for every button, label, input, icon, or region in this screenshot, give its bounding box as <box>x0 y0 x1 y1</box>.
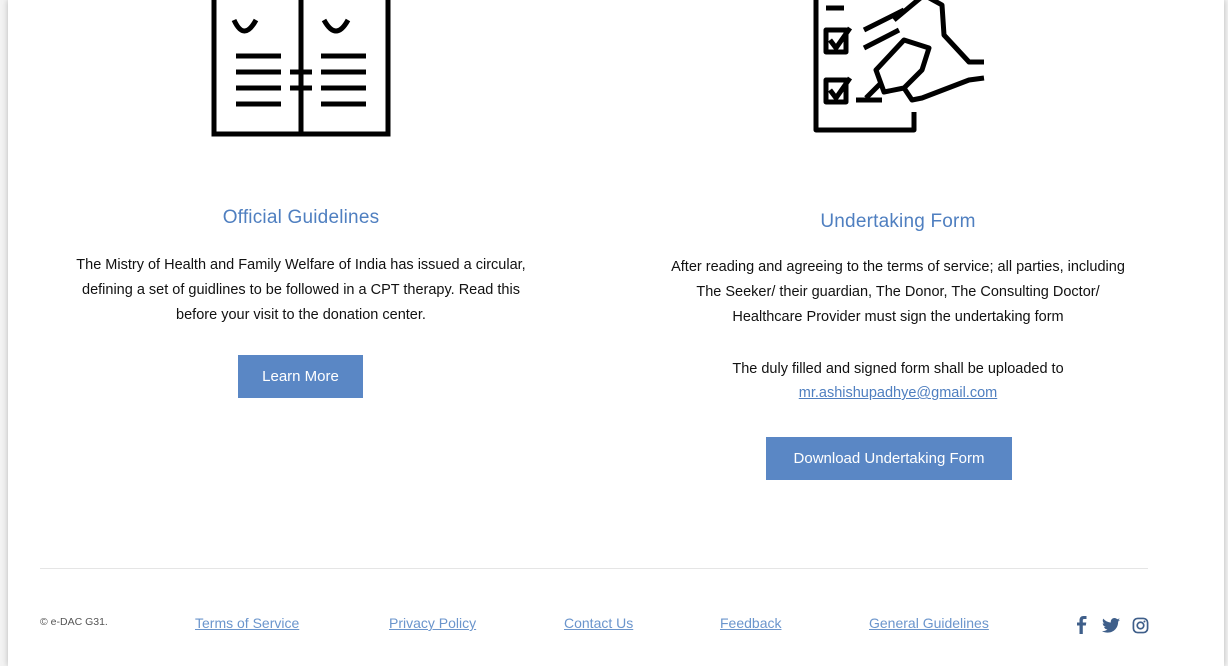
twitter-icon[interactable] <box>1102 618 1120 633</box>
guidelines-line-1: The Mistry of Health and Family Welfare … <box>76 257 526 273</box>
learn-more-button[interactable]: Learn More <box>238 355 363 398</box>
undertaking-section: Undertaking Form After reading and agree… <box>628 0 1168 500</box>
download-undertaking-form-button[interactable]: Download Undertaking Form <box>766 437 1012 480</box>
copyright: © e-DAC G31. <box>40 616 108 628</box>
guidelines-description: The Mistry of Health and Family Welfare … <box>48 253 554 328</box>
guidelines-section: Official Guidelines The Mistry of Health… <box>48 0 554 420</box>
guidelines-line-2: defining a set of guidlines to be follow… <box>82 282 520 298</box>
guidelines-line-3: before your visit to the donation center… <box>176 307 426 323</box>
footer-divider <box>40 568 1148 569</box>
undertaking-description: After reading and agreeing to the terms … <box>628 255 1168 330</box>
instagram-icon[interactable] <box>1132 617 1149 634</box>
footer-link-general-guidelines[interactable]: General Guidelines <box>869 615 989 631</box>
upload-note: The duly filled and signed form shall be… <box>732 361 1064 377</box>
signing-form-icon <box>813 0 985 133</box>
guidelines-title: Official Guidelines <box>222 207 380 228</box>
page-frame: Official Guidelines The Mistry of Health… <box>8 0 1224 666</box>
footer-link-terms[interactable]: Terms of Service <box>195 615 299 631</box>
undertaking-line-2: The Seeker/ their guardian, The Donor, T… <box>696 284 1100 300</box>
footer-link-feedback[interactable]: Feedback <box>720 615 781 631</box>
footer-link-privacy[interactable]: Privacy Policy <box>389 615 476 631</box>
undertaking-title: Undertaking Form <box>820 211 976 232</box>
facebook-icon[interactable] <box>1076 616 1088 634</box>
undertaking-line-3: Healthcare Provider must sign the undert… <box>732 309 1064 325</box>
email-link[interactable]: mr.ashishupadhye@gmail.com <box>628 385 1168 401</box>
footer-link-contact[interactable]: Contact Us <box>564 615 633 631</box>
open-book-icon <box>211 0 391 137</box>
undertaking-line-1: After reading and agreeing to the terms … <box>671 259 1125 275</box>
